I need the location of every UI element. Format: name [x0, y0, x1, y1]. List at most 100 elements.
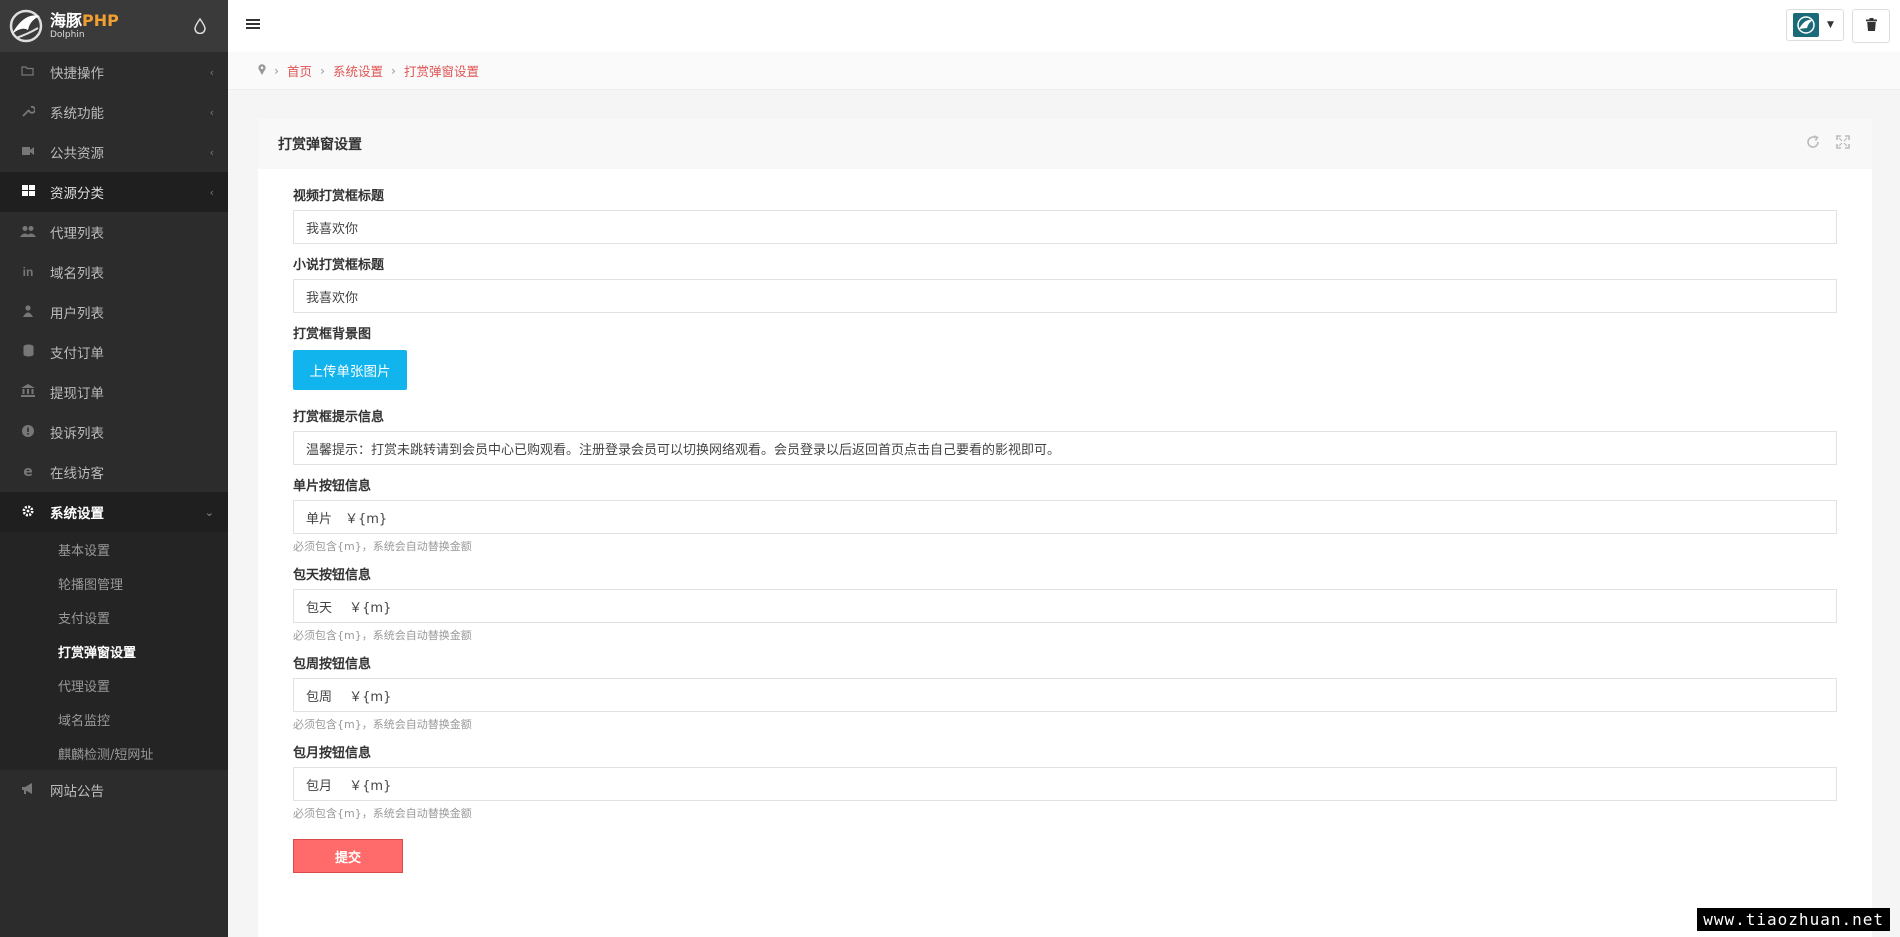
single-button-help: 必须包含{m}，系统会自动替换金额: [293, 540, 472, 553]
sidebar-item-label: 投诉列表: [50, 426, 104, 442]
breadcrumb-separator: ›: [320, 63, 326, 78]
breadcrumb-separator: ›: [391, 63, 397, 78]
linkedin-icon: in: [22, 265, 34, 279]
folder-open-icon: [18, 65, 38, 80]
video-camera-icon: [18, 145, 38, 159]
brand-name-php: PHP: [82, 10, 119, 30]
sidebar-item-label: 用户列表: [50, 306, 104, 322]
page-title: 打赏弹窗设置: [278, 137, 362, 153]
submenu-item-reward-popup[interactable]: 打赏弹窗设置: [0, 634, 228, 668]
sidebar-item-withdraw-orders[interactable]: 提现订单: [0, 372, 228, 412]
submit-button[interactable]: 提交: [293, 839, 403, 873]
sidebar: 海豚PHP Dolphin 快捷操作 ‹ 系统功能 ‹ 公共资源 ‹ 资源分类 …: [0, 0, 228, 937]
menu-toggle-icon[interactable]: [246, 14, 260, 35]
sidebar-item-label: 系统设置: [50, 506, 104, 522]
fullscreen-icon[interactable]: [1836, 135, 1850, 153]
day-button-field: 包天按钮信息 必须包含{m}，系统会自动替换金额: [293, 566, 1837, 643]
breadcrumb-system-settings-link[interactable]: 系统设置: [333, 61, 383, 80]
sidebar-item-announcements[interactable]: 网站公告: [0, 770, 228, 810]
system-settings-submenu: 基本设置 轮播图管理 支付设置 打赏弹窗设置 代理设置 域名监控 麒麟检测/短网…: [0, 532, 228, 770]
chevron-down-icon: ⌄: [204, 505, 214, 519]
sidebar-nav: 快捷操作 ‹ 系统功能 ‹ 公共资源 ‹ 资源分类 ‹ 代理列表 in 域名列表…: [0, 52, 228, 810]
sidebar-item-online-visitors[interactable]: e 在线访客: [0, 452, 228, 492]
wrench-icon: [18, 104, 38, 121]
chevron-left-icon: ‹: [209, 145, 214, 159]
map-marker-icon: [258, 63, 266, 78]
week-button-label: 包周按钮信息: [293, 657, 372, 672]
users-icon: [18, 225, 38, 240]
novel-title-label: 小说打赏框标题: [293, 258, 385, 273]
submenu-item-basic[interactable]: 基本设置: [0, 532, 228, 566]
brand-text: 海豚PHP Dolphin: [50, 10, 119, 40]
bg-image-label: 打赏框背景图: [293, 327, 372, 342]
sidebar-item-agents[interactable]: 代理列表: [0, 212, 228, 252]
sidebar-item-users[interactable]: 用户列表: [0, 292, 228, 332]
user-icon: [18, 304, 38, 320]
sidebar-item-domains[interactable]: in 域名列表: [0, 252, 228, 292]
brand-name-cn: 海豚: [50, 10, 83, 30]
week-button-input[interactable]: [293, 678, 1837, 712]
week-button-help: 必须包含{m}，系统会自动替换金额: [293, 718, 472, 731]
week-button-field: 包周按钮信息 必须包含{m}，系统会自动替换金额: [293, 655, 1837, 732]
th-large-icon: [18, 185, 38, 199]
tip-label: 打赏框提示信息: [293, 410, 385, 425]
ie-icon: e: [23, 464, 33, 480]
video-title-field: 视频打赏框标题: [293, 187, 1837, 244]
submenu-item-qilin-check[interactable]: 麒麟检测/短网址: [0, 736, 228, 770]
novel-title-input[interactable]: [293, 279, 1837, 313]
block-tools: [1806, 135, 1850, 153]
water-drop-icon[interactable]: [194, 17, 206, 38]
sidebar-item-quick-ops[interactable]: 快捷操作 ‹: [0, 52, 228, 92]
sidebar-item-label: 系统功能: [50, 106, 104, 122]
clear-cache-button[interactable]: [1852, 9, 1890, 43]
month-button-input[interactable]: [293, 767, 1837, 801]
database-icon: [18, 344, 38, 360]
breadcrumb-separator: ›: [274, 63, 279, 78]
day-button-label: 包天按钮信息: [293, 568, 372, 583]
gear-icon: [18, 505, 38, 520]
submenu-item-domain-monitor[interactable]: 域名监控: [0, 702, 228, 736]
site-watermark: www.tiaozhuan.net: [1697, 908, 1890, 931]
chevron-left-icon: ‹: [209, 105, 214, 119]
chevron-left-icon: ‹: [209, 185, 214, 199]
sidebar-item-system-functions[interactable]: 系统功能 ‹: [0, 92, 228, 132]
refresh-icon[interactable]: [1806, 135, 1820, 153]
reward-popup-form: 视频打赏框标题 小说打赏框标题 打赏框背景图 上传单张图片 打赏框提示信息 单片…: [258, 169, 1872, 873]
sidebar-item-label: 域名列表: [50, 266, 104, 282]
caret-down-icon: ▼: [1827, 20, 1834, 30]
video-title-label: 视频打赏框标题: [293, 189, 385, 204]
sidebar-item-label: 在线访客: [50, 466, 104, 482]
sidebar-item-complaints[interactable]: 投诉列表: [0, 412, 228, 452]
upload-image-button[interactable]: 上传单张图片: [293, 350, 407, 390]
user-menu-button[interactable]: ▼: [1786, 9, 1844, 41]
month-button-label: 包月按钮信息: [293, 746, 372, 761]
top-header: ▼: [228, 0, 1900, 53]
video-title-input[interactable]: [293, 210, 1837, 244]
submenu-item-agent[interactable]: 代理设置: [0, 668, 228, 702]
sidebar-item-label: 支付订单: [50, 346, 104, 362]
sidebar-item-resource-categories[interactable]: 资源分类 ‹: [0, 172, 228, 212]
avatar: [1793, 13, 1819, 37]
novel-title-field: 小说打赏框标题: [293, 256, 1837, 313]
bg-image-field: 打赏框背景图 上传单张图片: [293, 325, 1837, 390]
breadcrumb: › 首页 › 系统设置 › 打赏弹窗设置: [228, 52, 1900, 90]
submenu-item-payment[interactable]: 支付设置: [0, 600, 228, 634]
sidebar-item-pay-orders[interactable]: 支付订单: [0, 332, 228, 372]
submenu-item-carousel[interactable]: 轮播图管理: [0, 566, 228, 600]
tip-input[interactable]: [293, 431, 1837, 465]
trash-icon: [1865, 17, 1877, 35]
month-button-field: 包月按钮信息 必须包含{m}，系统会自动替换金额: [293, 744, 1837, 821]
bank-icon: [18, 384, 38, 400]
tip-field: 打赏框提示信息: [293, 408, 1837, 465]
day-button-input[interactable]: [293, 589, 1837, 623]
breadcrumb-home-link[interactable]: 首页: [287, 61, 312, 80]
sidebar-item-system-settings[interactable]: 系统设置 ⌄: [0, 492, 228, 532]
month-button-help: 必须包含{m}，系统会自动替换金额: [293, 807, 472, 820]
sidebar-item-label: 代理列表: [50, 226, 104, 242]
brand-name-en: Dolphin: [50, 29, 85, 40]
sidebar-item-public-resources[interactable]: 公共资源 ‹: [0, 132, 228, 172]
breadcrumb-current[interactable]: 打赏弹窗设置: [404, 61, 479, 80]
day-button-help: 必须包含{m}，系统会自动替换金额: [293, 629, 472, 642]
dolphin-logo-icon[interactable]: [6, 8, 46, 44]
single-button-input[interactable]: [293, 500, 1837, 534]
